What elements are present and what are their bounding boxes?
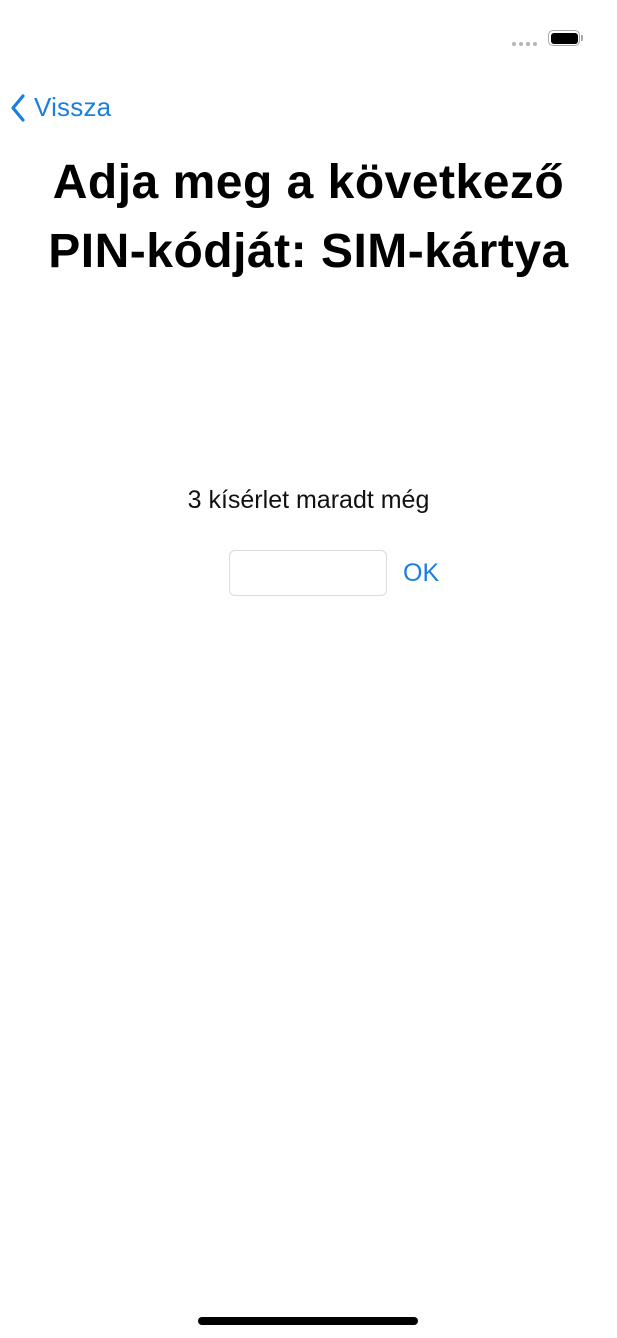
home-indicator[interactable]: [198, 1317, 418, 1325]
page-title: Adja meg a következő PIN-kódját: SIM-kár…: [48, 156, 569, 278]
back-button-label: Vissza: [34, 92, 112, 122]
chevron-left-icon: [11, 93, 25, 122]
attempts-remaining-text: 3 kísérlet maradt még: [187, 486, 430, 514]
back-button[interactable]: Vissza: [10, 92, 111, 123]
pin-input[interactable]: [229, 550, 387, 596]
status-bar: [0, 0, 617, 80]
pin-entry-row: OK: [229, 550, 441, 596]
ok-button[interactable]: OK: [401, 559, 441, 588]
signal-dots-icon: [512, 42, 537, 46]
battery-icon: [548, 30, 584, 48]
